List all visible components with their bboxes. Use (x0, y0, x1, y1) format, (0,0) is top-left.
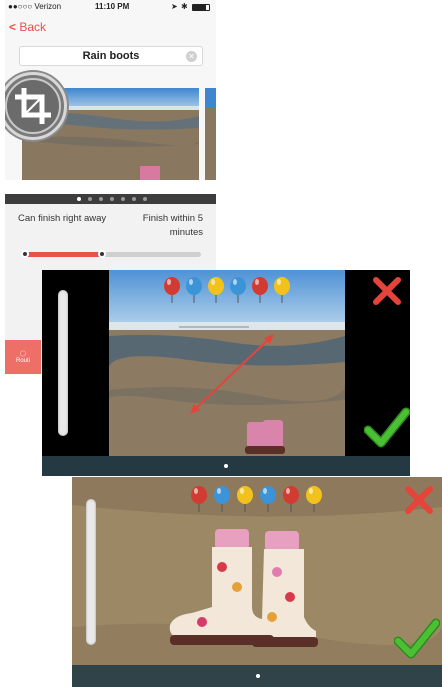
game-screen-fullscreen (72, 477, 442, 687)
routine-tab-label: Routi (15, 358, 30, 364)
close-x-icon[interactable] (372, 276, 402, 306)
balloon-icon (260, 486, 276, 512)
progress-bar (58, 290, 68, 436)
back-label: Back (19, 20, 47, 34)
page-dot (224, 464, 228, 468)
slider-max-label: Finish within 5 minutes (142, 213, 203, 238)
time-slider-fill (25, 252, 102, 257)
page-dot[interactable] (99, 197, 103, 201)
balloon-icon (214, 486, 230, 512)
bottom-bar (42, 456, 410, 476)
page-dot[interactable] (110, 197, 114, 201)
balloon-icon (252, 277, 268, 303)
boots (245, 420, 285, 454)
balloon-icon (186, 277, 202, 303)
search-value: Rain boots (82, 50, 140, 62)
balloon-row (164, 277, 290, 303)
nav-bar: < Back (5, 14, 216, 40)
location-icon: ➤ (171, 2, 178, 11)
close-x-icon[interactable] (404, 485, 434, 515)
status-bar: ●●○○○ Verizon 11:10 PM ➤ ✱ (5, 0, 216, 14)
balloon-icon (274, 277, 290, 303)
clock: 11:10 PM (95, 2, 130, 11)
slider-end-handle[interactable] (98, 250, 106, 258)
search-input[interactable]: Rain boots ✕ (19, 46, 203, 66)
page-dot[interactable] (143, 197, 147, 201)
tab-routine[interactable]: ◌ Routi (5, 340, 41, 374)
result-image-next[interactable] (205, 88, 216, 180)
checkmark-icon[interactable] (394, 617, 440, 661)
crop-button[interactable] (5, 72, 67, 140)
balloon-icon (208, 277, 224, 303)
back-button[interactable]: < Back (9, 20, 46, 34)
swipe-arrow-icon (190, 334, 274, 414)
page-dot (256, 674, 260, 678)
balloon-icon (283, 486, 299, 512)
balloon-icon (164, 277, 180, 303)
balloon-icon (306, 486, 322, 512)
page-dot[interactable] (132, 197, 136, 201)
page-dot[interactable] (88, 197, 92, 201)
checkmark-icon[interactable] (364, 406, 410, 450)
balloon-icon (191, 486, 207, 512)
slider-min-label: Can finish right away (18, 213, 107, 224)
page-dot[interactable] (77, 197, 81, 201)
game-screen-letterboxed (42, 270, 410, 476)
balloon-row (191, 486, 322, 512)
bottom-bar (72, 665, 442, 687)
crop-icon (5, 78, 61, 134)
balloon-icon (230, 277, 246, 303)
beach-photo-2 (205, 88, 216, 180)
battery-icon (192, 4, 210, 11)
balloon-icon (237, 486, 253, 512)
slider-start-handle[interactable] (21, 250, 29, 258)
clear-icon[interactable]: ✕ (186, 51, 197, 62)
page-indicator (5, 194, 216, 204)
carrier-label: ●●○○○ Verizon (8, 2, 62, 11)
page-dot[interactable] (121, 197, 125, 201)
chevron-left-icon: < (9, 20, 17, 34)
bluetooth-icon: ✱ (181, 2, 188, 11)
search-screen: ●●○○○ Verizon 11:10 PM ➤ ✱ < Back Rain b… (5, 0, 216, 180)
progress-bar (86, 499, 96, 645)
